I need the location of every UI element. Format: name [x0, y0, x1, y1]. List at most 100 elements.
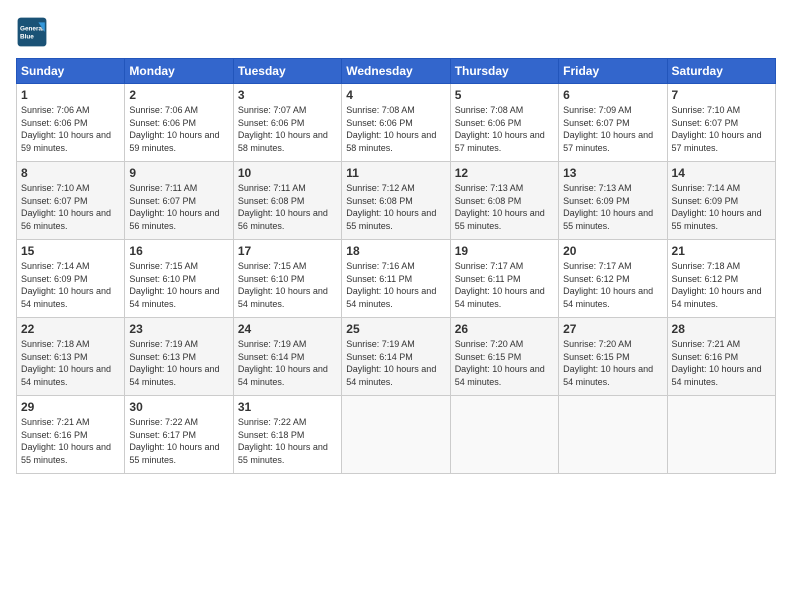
calendar-cell: 27 Sunrise: 7:20 AM Sunset: 6:15 PM Dayl… [559, 318, 667, 396]
day-info: Sunrise: 7:13 AM Sunset: 6:09 PM Dayligh… [563, 182, 662, 232]
daylight-label: Daylight: 10 hours and 54 minutes. [238, 364, 328, 387]
daylight-label: Daylight: 10 hours and 58 minutes. [346, 130, 436, 153]
calendar-cell: 10 Sunrise: 7:11 AM Sunset: 6:08 PM Dayl… [233, 162, 341, 240]
day-number: 7 [672, 88, 771, 102]
sunset-label: Sunset: 6:11 PM [346, 274, 412, 284]
sunset-label: Sunset: 6:06 PM [455, 118, 522, 128]
calendar-cell: 30 Sunrise: 7:22 AM Sunset: 6:17 PM Dayl… [125, 396, 233, 474]
sunset-label: Sunset: 6:06 PM [238, 118, 305, 128]
day-number: 9 [129, 166, 228, 180]
daylight-label: Daylight: 10 hours and 54 minutes. [238, 286, 328, 309]
sunrise-label: Sunrise: 7:15 AM [129, 261, 198, 271]
daylight-label: Daylight: 10 hours and 55 minutes. [563, 208, 653, 231]
day-info: Sunrise: 7:22 AM Sunset: 6:18 PM Dayligh… [238, 416, 337, 466]
sunset-label: Sunset: 6:15 PM [455, 352, 522, 362]
calendar-cell: 1 Sunrise: 7:06 AM Sunset: 6:06 PM Dayli… [17, 84, 125, 162]
weekday-header-tuesday: Tuesday [233, 59, 341, 84]
day-number: 4 [346, 88, 445, 102]
logo-icon: General Blue [16, 16, 48, 48]
day-info: Sunrise: 7:09 AM Sunset: 6:07 PM Dayligh… [563, 104, 662, 154]
day-info: Sunrise: 7:06 AM Sunset: 6:06 PM Dayligh… [129, 104, 228, 154]
daylight-label: Daylight: 10 hours and 59 minutes. [129, 130, 219, 153]
day-number: 31 [238, 400, 337, 414]
sunrise-label: Sunrise: 7:08 AM [346, 105, 415, 115]
svg-text:Blue: Blue [20, 33, 34, 40]
sunrise-label: Sunrise: 7:13 AM [455, 183, 524, 193]
calendar-cell: 3 Sunrise: 7:07 AM Sunset: 6:06 PM Dayli… [233, 84, 341, 162]
sunset-label: Sunset: 6:10 PM [129, 274, 196, 284]
day-info: Sunrise: 7:17 AM Sunset: 6:12 PM Dayligh… [563, 260, 662, 310]
svg-text:General: General [20, 25, 44, 32]
sunrise-label: Sunrise: 7:19 AM [238, 339, 307, 349]
daylight-label: Daylight: 10 hours and 55 minutes. [21, 442, 111, 465]
day-number: 19 [455, 244, 554, 258]
sunset-label: Sunset: 6:09 PM [563, 196, 630, 206]
weekday-header-thursday: Thursday [450, 59, 558, 84]
daylight-label: Daylight: 10 hours and 54 minutes. [346, 364, 436, 387]
day-number: 1 [21, 88, 120, 102]
sunrise-label: Sunrise: 7:19 AM [129, 339, 198, 349]
sunset-label: Sunset: 6:13 PM [21, 352, 88, 362]
sunset-label: Sunset: 6:06 PM [21, 118, 88, 128]
sunrise-label: Sunrise: 7:22 AM [238, 417, 307, 427]
daylight-label: Daylight: 10 hours and 55 minutes. [455, 208, 545, 231]
day-number: 10 [238, 166, 337, 180]
day-info: Sunrise: 7:10 AM Sunset: 6:07 PM Dayligh… [21, 182, 120, 232]
sunrise-label: Sunrise: 7:14 AM [672, 183, 741, 193]
weekday-header-saturday: Saturday [667, 59, 775, 84]
day-number: 28 [672, 322, 771, 336]
day-number: 23 [129, 322, 228, 336]
calendar-cell: 16 Sunrise: 7:15 AM Sunset: 6:10 PM Dayl… [125, 240, 233, 318]
sunset-label: Sunset: 6:17 PM [129, 430, 196, 440]
day-number: 11 [346, 166, 445, 180]
weekday-header-row: SundayMondayTuesdayWednesdayThursdayFrid… [17, 59, 776, 84]
sunrise-label: Sunrise: 7:09 AM [563, 105, 632, 115]
day-info: Sunrise: 7:21 AM Sunset: 6:16 PM Dayligh… [672, 338, 771, 388]
day-info: Sunrise: 7:19 AM Sunset: 6:14 PM Dayligh… [238, 338, 337, 388]
day-number: 27 [563, 322, 662, 336]
sunset-label: Sunset: 6:07 PM [563, 118, 630, 128]
sunrise-label: Sunrise: 7:06 AM [129, 105, 198, 115]
sunrise-label: Sunrise: 7:17 AM [455, 261, 524, 271]
sunrise-label: Sunrise: 7:11 AM [238, 183, 306, 193]
daylight-label: Daylight: 10 hours and 56 minutes. [129, 208, 219, 231]
day-number: 3 [238, 88, 337, 102]
header: General Blue [16, 16, 776, 48]
sunset-label: Sunset: 6:07 PM [672, 118, 739, 128]
day-number: 16 [129, 244, 228, 258]
day-number: 18 [346, 244, 445, 258]
sunset-label: Sunset: 6:18 PM [238, 430, 305, 440]
day-number: 6 [563, 88, 662, 102]
day-info: Sunrise: 7:11 AM Sunset: 6:08 PM Dayligh… [238, 182, 337, 232]
sunset-label: Sunset: 6:14 PM [346, 352, 413, 362]
calendar-cell: 29 Sunrise: 7:21 AM Sunset: 6:16 PM Dayl… [17, 396, 125, 474]
daylight-label: Daylight: 10 hours and 54 minutes. [346, 286, 436, 309]
sunset-label: Sunset: 6:13 PM [129, 352, 196, 362]
sunrise-label: Sunrise: 7:13 AM [563, 183, 632, 193]
day-number: 30 [129, 400, 228, 414]
day-info: Sunrise: 7:16 AM Sunset: 6:11 PM Dayligh… [346, 260, 445, 310]
sunrise-label: Sunrise: 7:20 AM [455, 339, 524, 349]
day-info: Sunrise: 7:17 AM Sunset: 6:11 PM Dayligh… [455, 260, 554, 310]
sunset-label: Sunset: 6:11 PM [455, 274, 521, 284]
calendar-cell: 5 Sunrise: 7:08 AM Sunset: 6:06 PM Dayli… [450, 84, 558, 162]
sunrise-label: Sunrise: 7:12 AM [346, 183, 415, 193]
sunrise-label: Sunrise: 7:11 AM [129, 183, 197, 193]
calendar-cell: 28 Sunrise: 7:21 AM Sunset: 6:16 PM Dayl… [667, 318, 775, 396]
logo: General Blue [16, 16, 52, 48]
sunrise-label: Sunrise: 7:18 AM [21, 339, 90, 349]
day-info: Sunrise: 7:14 AM Sunset: 6:09 PM Dayligh… [21, 260, 120, 310]
sunrise-label: Sunrise: 7:07 AM [238, 105, 307, 115]
calendar-cell: 19 Sunrise: 7:17 AM Sunset: 6:11 PM Dayl… [450, 240, 558, 318]
daylight-label: Daylight: 10 hours and 54 minutes. [563, 364, 653, 387]
sunset-label: Sunset: 6:08 PM [346, 196, 413, 206]
week-row-2: 8 Sunrise: 7:10 AM Sunset: 6:07 PM Dayli… [17, 162, 776, 240]
day-number: 22 [21, 322, 120, 336]
sunset-label: Sunset: 6:07 PM [21, 196, 88, 206]
day-number: 5 [455, 88, 554, 102]
sunset-label: Sunset: 6:09 PM [672, 196, 739, 206]
day-number: 2 [129, 88, 228, 102]
week-row-5: 29 Sunrise: 7:21 AM Sunset: 6:16 PM Dayl… [17, 396, 776, 474]
calendar-cell [667, 396, 775, 474]
calendar-cell: 11 Sunrise: 7:12 AM Sunset: 6:08 PM Dayl… [342, 162, 450, 240]
